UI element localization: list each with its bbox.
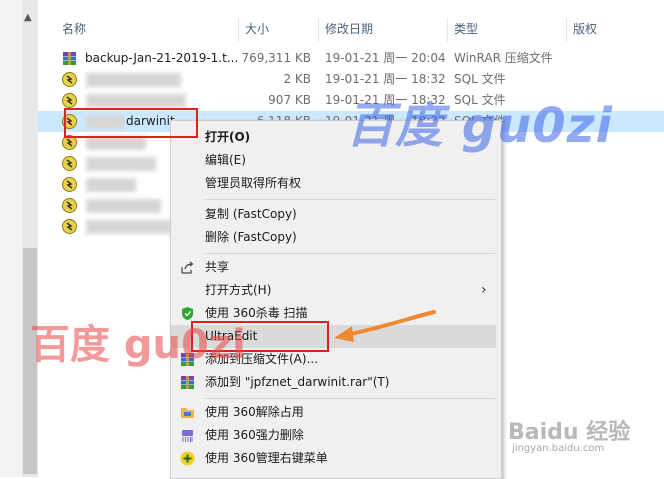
redacted-file-name xyxy=(86,136,146,150)
menu-item-360-manage-menu[interactable]: 使用 360管理右键菜单 xyxy=(171,447,501,470)
column-header-permission[interactable]: 版权 xyxy=(573,18,597,40)
menu-item-add-to-rar[interactable]: 添加到 "jpfznet_darwinit.rar"(T) xyxy=(171,371,501,394)
scroll-up-arrow-icon[interactable]: ▲ xyxy=(24,12,32,23)
menu-item-label: 使用 360强力删除 xyxy=(205,428,304,442)
menu-item-label: 共享 xyxy=(205,260,230,274)
menu-item-label: 编辑(E) xyxy=(205,153,246,167)
redacted-file-name xyxy=(86,220,171,234)
redacted-file-name xyxy=(86,157,156,171)
annotation-arrow-icon xyxy=(334,310,436,342)
sql-file-icon xyxy=(62,219,77,234)
watermark-top: 百度 gu0zi xyxy=(346,98,614,154)
sql-file-icon xyxy=(62,198,77,213)
menu-item-360-force-delete[interactable]: 使用 360强力删除 xyxy=(171,424,501,447)
winrar-archive-icon xyxy=(63,52,76,65)
file-date: 19-01-21 周一 20:04 xyxy=(325,51,446,65)
menu-item-share[interactable]: 共享 xyxy=(171,256,501,279)
redacted-file-name xyxy=(86,94,186,108)
sql-file-icon xyxy=(62,93,77,108)
360-plus-icon xyxy=(180,451,195,466)
menu-separator xyxy=(205,398,495,399)
context-menu: 打开(O) 编辑(E) 管理员取得所有权 复制 (FastCopy) 删除 (F… xyxy=(170,120,502,479)
menu-item-label: 复制 (FastCopy) xyxy=(205,207,297,221)
file-type: WinRAR 压缩文件 xyxy=(454,51,553,65)
column-divider[interactable] xyxy=(447,18,448,42)
submenu-chevron-icon: › xyxy=(481,282,487,298)
menu-item-label: 打开(O) xyxy=(205,130,251,144)
watermark-left: 百度 gu0zi xyxy=(30,322,246,368)
menu-item-fastcopy-delete[interactable]: 删除 (FastCopy) xyxy=(171,226,501,249)
menu-item-open-with[interactable]: 打开方式(H) › xyxy=(171,279,501,302)
file-name: backup-Jan-21-2019-1.t... xyxy=(85,51,239,65)
menu-item-label: 删除 (FastCopy) xyxy=(205,230,297,244)
share-icon xyxy=(181,261,194,274)
baidu-url-watermark: jingyan.baidu.com xyxy=(512,443,605,454)
redacted-file-name xyxy=(86,199,161,213)
menu-item-take-ownership[interactable]: 管理员取得所有权 xyxy=(171,172,501,195)
menu-item-360-unlock[interactable]: 使用 360解除占用 xyxy=(171,401,501,424)
menu-item-fastcopy-copy[interactable]: 复制 (FastCopy) xyxy=(171,203,501,226)
menu-item-label: 添加到 "jpfznet_darwinit.rar"(T) xyxy=(205,375,390,389)
file-size: 907 KB xyxy=(268,93,311,107)
column-divider[interactable] xyxy=(318,18,319,42)
winrar-archive-icon xyxy=(181,376,194,389)
menu-item-label: 使用 360解除占用 xyxy=(205,405,304,419)
annotation-highlight-file xyxy=(64,108,198,138)
shredder-icon xyxy=(182,430,193,442)
redacted-file-name xyxy=(86,178,136,192)
column-header-size[interactable]: 大小 xyxy=(245,18,269,40)
baidu-watermark: Baidu 经验 xyxy=(508,420,631,445)
sql-file-icon xyxy=(62,72,77,87)
sql-file-icon xyxy=(62,177,77,192)
redacted-file-name xyxy=(86,73,181,87)
file-size: 769,311 KB xyxy=(241,51,311,65)
sql-file-icon xyxy=(62,156,77,171)
menu-separator xyxy=(205,253,495,254)
menu-item-label: 打开方式(H) xyxy=(205,283,272,297)
file-size: 2 KB xyxy=(283,72,311,86)
column-divider[interactable] xyxy=(238,18,239,42)
column-header-name[interactable]: 名称 xyxy=(62,18,86,40)
file-row[interactable]: backup-Jan-21-2019-1.t... 769,311 KB 19-… xyxy=(38,48,664,69)
menu-item-label: 管理员取得所有权 xyxy=(205,176,302,190)
menu-item-label: 使用 360管理右键菜单 xyxy=(205,451,328,465)
column-divider[interactable] xyxy=(566,18,567,42)
column-header-type[interactable]: 类型 xyxy=(454,18,478,40)
folder-icon xyxy=(181,408,194,418)
menu-separator xyxy=(205,199,495,200)
column-header-modified[interactable]: 修改日期 xyxy=(325,18,373,40)
